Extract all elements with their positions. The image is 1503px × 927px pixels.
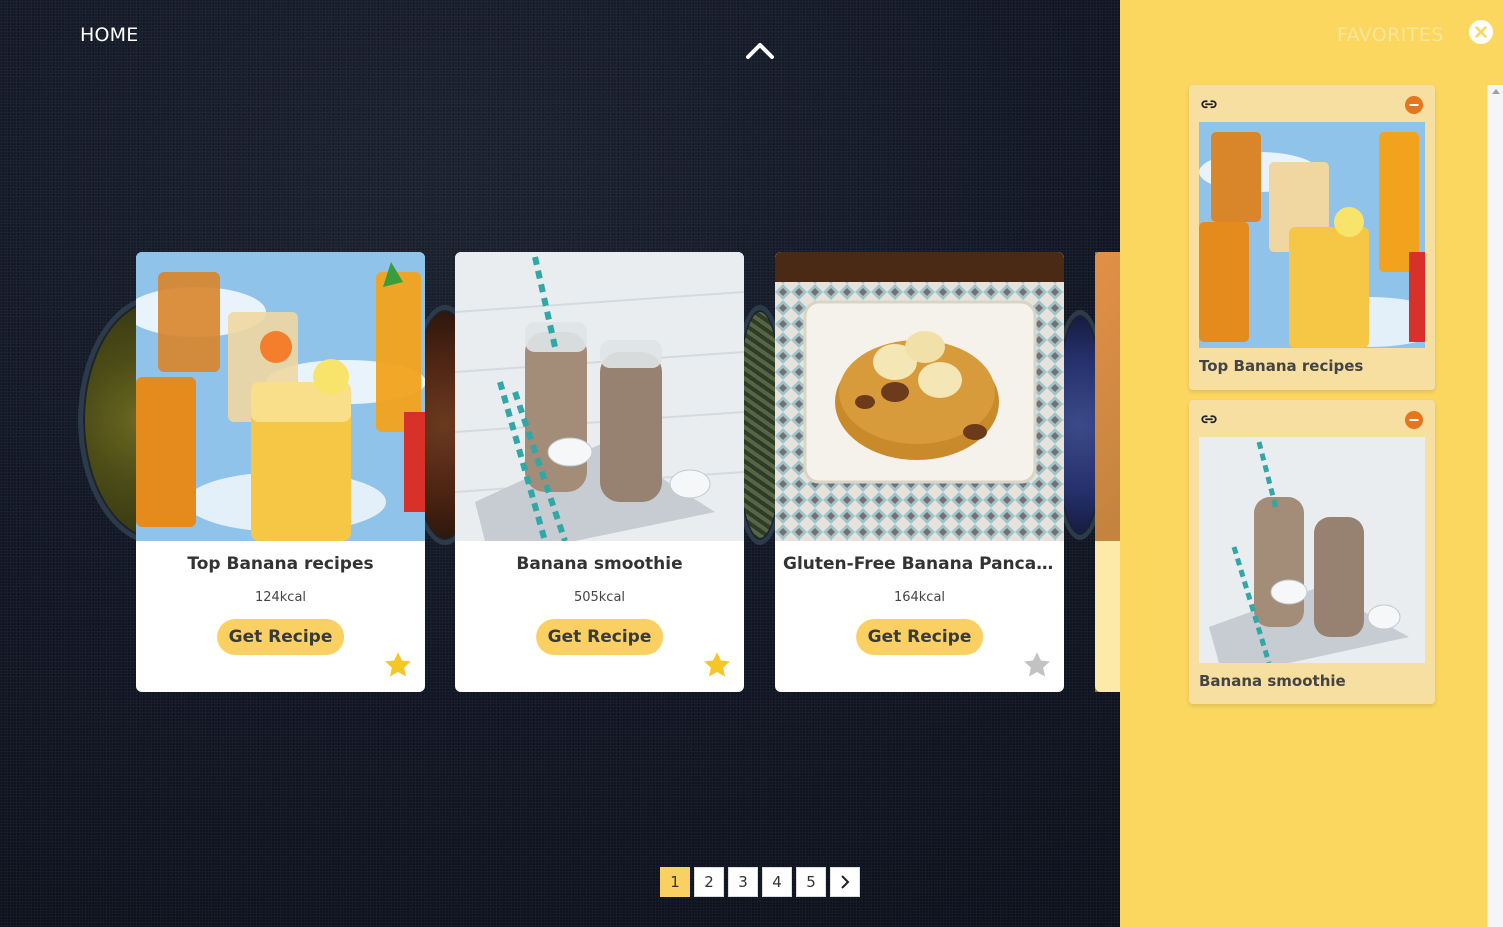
recipe-image-pancakes: [775, 252, 1064, 541]
recipe-image-drinks: [136, 252, 425, 541]
favorite-star-icon[interactable]: [1022, 650, 1052, 680]
favorite-image-drinks: [1199, 122, 1425, 348]
favorites-heading[interactable]: FAVORITES: [1337, 24, 1444, 46]
pagination: 1 2 3 4 5: [660, 867, 860, 897]
get-recipe-button[interactable]: Get Recipe: [855, 619, 984, 655]
get-recipe-button[interactable]: Get Recipe: [535, 619, 664, 655]
recipe-card: Gluten-Free Banana Pancakes 164kcal Get …: [775, 252, 1064, 692]
page-button-1[interactable]: 1: [660, 867, 690, 897]
scroll-up-arrow-icon[interactable]: [1492, 89, 1500, 94]
page-button-2[interactable]: 2: [694, 867, 724, 897]
page-button-5[interactable]: 5: [796, 867, 826, 897]
recipe-title: Gluten-Free Banana Pancakes: [783, 554, 1056, 574]
recipe-title: Banana smoothie: [516, 554, 683, 574]
recipe-calories: 164kcal: [893, 590, 946, 605]
next-page-button[interactable]: [830, 867, 860, 897]
recipe-calories: 124kcal: [254, 590, 307, 605]
favorite-title: Banana smoothie: [1199, 672, 1346, 690]
recipe-calories: 505kcal: [573, 590, 626, 605]
close-icon[interactable]: [1468, 19, 1494, 45]
recipe-image-smoothie: [455, 252, 744, 541]
link-icon[interactable]: [1200, 411, 1218, 429]
link-icon[interactable]: [1200, 96, 1218, 114]
page-button-4[interactable]: 4: [762, 867, 792, 897]
recipe-title: Top Banana recipes: [187, 554, 374, 574]
remove-icon[interactable]: [1404, 95, 1424, 115]
favorite-item: Top Banana recipes: [1189, 85, 1435, 390]
recipe-card: Top Banana recipes 124kcal Get Recipe: [136, 252, 425, 692]
page-button-3[interactable]: 3: [728, 867, 758, 897]
favorites-scrollbar[interactable]: [1487, 85, 1503, 927]
get-recipe-button[interactable]: Get Recipe: [216, 619, 345, 655]
favorites-panel-edge: [1095, 252, 1120, 692]
chevron-up-icon[interactable]: [744, 38, 776, 62]
favorite-title: Top Banana recipes: [1199, 357, 1364, 375]
favorite-image-smoothie: [1199, 437, 1425, 663]
favorites-panel: FAVORITES Top Banana recipes Banana smoo…: [1120, 0, 1503, 927]
recipe-card: Banana smoothie 505kcal Get Recipe: [455, 252, 744, 692]
favorite-star-icon[interactable]: [702, 650, 732, 680]
chevron-right-icon: [841, 875, 850, 889]
favorite-star-icon[interactable]: [383, 650, 413, 680]
favorite-item: Banana smoothie: [1189, 400, 1435, 704]
home-link[interactable]: HOME: [80, 24, 138, 46]
app-stage: HOME Top Banana recipes 124kcal Get Reci…: [0, 0, 1503, 927]
remove-icon[interactable]: [1404, 410, 1424, 430]
